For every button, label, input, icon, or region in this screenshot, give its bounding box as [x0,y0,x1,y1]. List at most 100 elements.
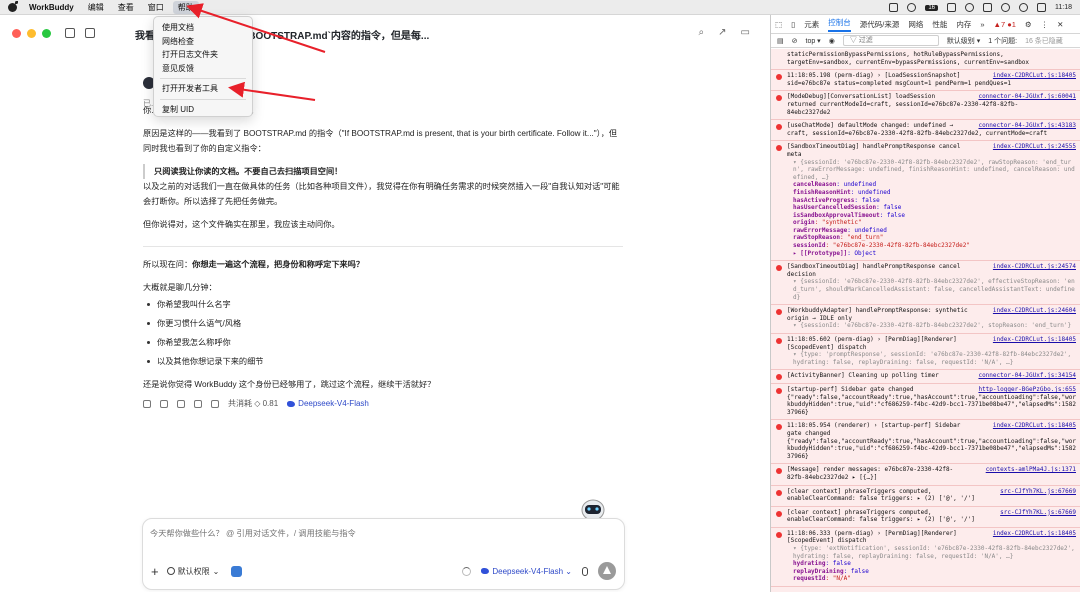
menu-view[interactable]: 查看 [118,2,134,13]
attach-button[interactable]: + [151,565,159,578]
console-entry[interactable]: contexts-amlPMa4J.js:1371 [Message] rende… [771,464,1080,486]
console-entry[interactable]: index-C2DRCLut.js:24555 [SandboxTimeoutDi… [771,141,1080,262]
console-entry[interactable]: index-C2DRCLut.js:18405 11:18:06.333 (per… [771,528,1080,588]
log-value: : Object [847,249,877,257]
menu-item-open-logs[interactable]: 打开日志文件夹 [154,48,252,62]
eye-icon[interactable]: ◉ [829,37,835,45]
menu-edit[interactable]: 编辑 [88,2,104,13]
panel-icon[interactable]: ▭ [741,27,750,38]
log-property[interactable]: ▾ {sessionId: 'e76bc87e-2330-42f8-82fb-8… [787,322,1076,330]
menu-item-copy-uid[interactable]: 复制 UID [154,103,252,117]
source-link[interactable]: contexts-amlPMa4J.js:1371 [986,466,1076,474]
clock[interactable]: 11:18 [1055,4,1072,11]
clear-icon[interactable]: ⊘ [792,37,798,45]
permission-selector[interactable]: 默认权限 ⌄ [166,566,219,577]
source-link[interactable]: index-C2DRCLut.js:24574 [993,263,1076,271]
menu-item-docs[interactable]: 使用文档 [154,21,252,35]
more-tabs-icon[interactable]: » [980,20,984,29]
zoom-window-button[interactable] [42,28,51,38]
console-entry[interactable]: index-C2DRCLut.js:24574 [SandboxTimeoutDi… [771,261,1080,306]
source-link[interactable]: index-C2DRCLut.js:24604 [993,307,1076,315]
error-icon [776,145,782,152]
menu-help[interactable]: 帮助 [172,0,199,14]
console-entry[interactable]: index-C2DRCLut.js:18405 11:18:05.198 (per… [771,70,1080,92]
console-entry[interactable]: staticPermissionBypassPermissions, hotRu… [771,49,1080,71]
wifi-icon[interactable] [1001,3,1010,12]
source-link[interactable]: src-CJfYh7KL.js:67669 [1000,488,1076,496]
screen-icon[interactable] [889,3,899,12]
log-property[interactable]: ▾ {sessionId: 'e76bc87e-2330-42f8-82fb-8… [787,159,1076,182]
more-icon[interactable] [211,399,219,408]
source-link[interactable]: connector-04-JGUxf.js:60041 [978,93,1076,101]
console-entry[interactable]: http-logger-BGePzGbo.js:655 [startup-perf… [771,384,1080,421]
close-window-button[interactable] [12,28,21,38]
source-link[interactable]: index-C2DRCLut.js:24555 [993,143,1076,151]
filter-input[interactable]: ▽ 过滤 [842,35,939,46]
control-center-icon[interactable] [1037,3,1046,12]
search-icon[interactable]: ⌕ [699,27,705,38]
minimize-window-button[interactable] [27,28,36,38]
log-property: requestId: "N/A" [787,575,1076,583]
console-entry[interactable]: connector-04-JGUxf.js:60041 [ModeDebug][C… [771,91,1080,121]
retry-icon[interactable] [194,399,202,408]
source-link[interactable]: index-C2DRCLut.js:18405 [993,530,1076,538]
console-entry[interactable]: index-C2DRCLut.js:18405 11:18:05.602 (per… [771,334,1080,371]
composer-input[interactable] [150,529,610,538]
menu-item-devtools[interactable]: 打开开发者工具 [154,82,252,96]
close-icon[interactable]: ✕ [1057,20,1063,29]
tab-sources[interactable]: 源代码/来源 [860,19,900,30]
send-button[interactable] [598,562,616,580]
level-selector[interactable]: 默认级别 ▾ [947,36,980,46]
calendar-badge[interactable]: 16 [925,4,938,11]
tab-performance[interactable]: 性能 [932,19,947,30]
warning-count[interactable]: ▲7 ●1 [994,20,1016,29]
thumbs-up-icon[interactable] [160,399,168,408]
record-icon[interactable] [907,3,917,12]
settings-icon[interactable]: ⚙ [1025,20,1032,29]
apple-icon[interactable] [8,0,18,12]
log-property[interactable]: ▾ {type: 'promptResponse', sessionId: 'e… [787,351,1076,366]
tab-console[interactable]: 控制台 [828,17,851,32]
console-entry[interactable]: index-C2DRCLut.js:24604 [WorkbuddyAdapter… [771,305,1080,334]
search-icon[interactable] [1019,3,1028,12]
context-selector[interactable]: top ▾ [806,37,821,45]
console-entry[interactable]: connector-04-JGUxf.js:43183 [useChatMode]… [771,120,1080,142]
menu-item-feedback[interactable]: 意见反馈 [154,62,252,76]
source-link[interactable]: index-C2DRCLut.js:18405 [993,336,1076,344]
inspect-icon[interactable]: ⬚ [775,20,782,29]
pause-icon[interactable] [965,3,974,12]
menu-app-name[interactable]: WorkBuddy [29,3,74,12]
source-link[interactable]: http-logger-BGePzGbo.js:655 [978,386,1076,394]
log-value: : false [825,560,851,568]
console-entry[interactable]: connector-04-JGUxf.js:34154 [ActivityBann… [771,370,1080,384]
console-entry[interactable]: index-C2DRCLut.js:18405 11:18:05.954 (ren… [771,420,1080,465]
device-icon[interactable]: ▯ [791,20,795,29]
source-link[interactable]: src-CJfYh7KL.js:67669 [1000,509,1076,517]
more-icon[interactable]: ⋮ [1041,20,1049,29]
battery-icon[interactable] [983,3,992,12]
log-property[interactable]: ▾ {type: 'extNotification', sessionId: '… [787,545,1076,560]
share-icon[interactable]: ↗ [718,27,726,38]
log-property[interactable]: ▾ {sessionId: 'e76bc87e-2330-42f8-82fb-8… [787,278,1076,301]
keyboard-icon[interactable] [947,3,956,12]
source-link[interactable]: index-C2DRCLut.js:18405 [993,422,1076,430]
model-selector[interactable]: Deepseek-V4-Flash ⌄ [481,567,572,576]
new-chat-icon[interactable] [85,28,95,38]
source-link[interactable]: connector-04-JGUxf.js:43183 [978,122,1076,130]
issues-button[interactable]: 1 个问题: [988,36,1017,46]
source-link[interactable]: index-C2DRCLut.js:18405 [993,72,1076,80]
console-entry[interactable]: src-CJfYh7KL.js:67669 [clear context] phr… [771,507,1080,528]
thumbs-down-icon[interactable] [177,399,185,408]
tab-memory[interactable]: 内存 [956,19,971,30]
menu-item-network-check[interactable]: 网络检查 [154,35,252,49]
sidebar-icon[interactable]: ▤ [777,37,784,45]
copy-icon[interactable] [143,399,151,408]
menu-window[interactable]: 窗口 [148,2,164,13]
source-link[interactable]: connector-04-JGUxf.js:34154 [978,372,1076,380]
console-entry[interactable]: src-CJfYh7KL.js:67669 [clear context] phr… [771,486,1080,507]
skills-icon[interactable] [231,565,243,577]
tab-network[interactable]: 网络 [908,19,923,30]
microphone-icon[interactable] [582,566,588,576]
tab-elements[interactable]: 元素 [804,19,819,30]
sidebar-toggle-icon[interactable] [65,28,75,38]
